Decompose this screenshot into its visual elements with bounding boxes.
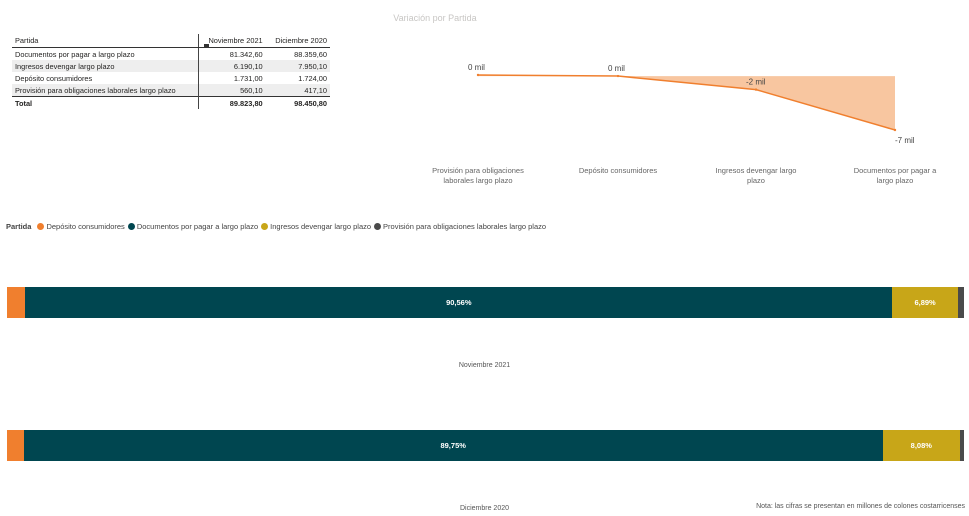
area-x-tick-label-line: plazo — [747, 176, 765, 185]
cell-nov-2021: 6.190,10 — [197, 60, 266, 72]
table-row: Depósito consumidores 1.731,00 1.724,00 — [12, 72, 330, 84]
table-row: Documentos por pagar a largo plazo 81.34… — [12, 47, 330, 60]
area-x-tick-label: Ingresos devengar largo plazo — [696, 166, 816, 186]
area-data-point[interactable] — [616, 74, 620, 78]
cell-partida: Provisión para obligaciones laborales la… — [12, 84, 199, 97]
table-row: Provisión para obligaciones laborales la… — [12, 84, 330, 97]
area-x-tick-label-line: Documentos por pagar a — [853, 166, 937, 175]
cell-dic-2020: 88.359,60 — [294, 49, 327, 59]
bar-segment[interactable] — [7, 430, 24, 461]
cell-nov-2021: 560,10 — [197, 84, 266, 97]
bar-segment[interactable] — [958, 287, 964, 318]
legend-label: Depósito consumidores — [46, 222, 125, 231]
legend-dot-icon — [127, 223, 135, 230]
area-data-label: 0 mil — [608, 64, 625, 73]
table-row: Ingresos devengar largo plazo 6.190,10 7… — [12, 60, 330, 72]
area-data-label: 0 mil — [468, 63, 485, 72]
legend-item[interactable]: Provisión para obligaciones laborales la… — [374, 222, 546, 231]
area-x-tick-label: Provisión para obligaciones laborales lar… — [418, 166, 538, 186]
footnote: Nota: las cifras se presentan en millone… — [756, 503, 965, 510]
legend: Partida Depósito consumidores Documentos … — [6, 222, 549, 231]
cell-total-nov-2021: 89.823,80 — [197, 96, 266, 109]
sort-indicator-icon[interactable] — [204, 44, 209, 47]
cell-dic-2020: 1.724,00 — [298, 73, 327, 83]
cell-dic-2020: 417,10 — [265, 84, 330, 97]
legend-label: Ingresos devengar largo plazo — [270, 222, 372, 231]
area-data-point[interactable] — [476, 73, 480, 77]
cell-partida: Ingresos devengar largo plazo — [12, 60, 199, 72]
area-chart: 0 mil 0 mil -2 mil -7 mil — [468, 63, 915, 145]
legend-dot-icon — [261, 223, 269, 230]
area-x-tick-label: Depósito consumidores — [558, 166, 678, 176]
stacked-bar-dic-2020[interactable]: 89,75% 8,08% — [7, 430, 964, 461]
legend-dot-icon — [374, 223, 382, 230]
cell-nov-2021: 1.731,00 — [197, 72, 266, 84]
area-x-tick-label-line: laborales largo plazo — [443, 176, 513, 185]
cell-total-dic-2020: 98.450,80 — [265, 96, 330, 109]
column-header-partida[interactable]: Partida — [12, 34, 199, 48]
table-total-row: Total 89.823,80 98.450,80 — [12, 96, 330, 109]
legend-title: Partida — [6, 222, 32, 231]
cell-nov-2021: 81.342,60 — [197, 47, 266, 60]
legend-item[interactable]: Ingresos devengar largo plazo — [261, 222, 371, 231]
area-x-tick-label-line: largo plazo — [876, 176, 914, 185]
legend-dot-icon — [37, 223, 45, 230]
bar-segment[interactable]: 89,75% — [23, 430, 883, 461]
legend-items: Depósito consumidores Documentos por paga… — [37, 222, 549, 231]
legend-item[interactable]: Documentos por pagar a largo plazo — [127, 222, 259, 231]
area-data-label: -2 mil — [746, 78, 766, 87]
stacked-bar-nov-2021[interactable]: 90,56% 6,89% — [7, 287, 964, 318]
bar-category-label: Noviembre 2021 — [458, 362, 511, 369]
area-data-label: -7 mil — [895, 136, 915, 145]
partida-table: Partida Noviembre 2021 Diciembre 2020 Do… — [12, 34, 330, 109]
cell-partida: Depósito consumidores — [15, 73, 93, 83]
cell-partida: Documentos por pagar a largo plazo — [15, 49, 135, 59]
area-x-tick-label-line: Provisión para obligaciones — [432, 166, 524, 175]
area-data-point[interactable] — [893, 128, 897, 132]
area-x-tick-label-line: Depósito consumidores — [578, 166, 658, 175]
area-x-tick-label: Documentos por pagar a largo plazo — [835, 166, 955, 186]
bar-segment[interactable] — [959, 430, 964, 461]
column-header-dic-2020[interactable]: Diciembre 2020 — [265, 34, 330, 48]
bar-segment[interactable] — [7, 287, 26, 318]
area-data-point[interactable] — [754, 88, 758, 91]
legend-label: Provisión para obligaciones laborales la… — [383, 222, 547, 231]
cell-total-label: Total — [12, 96, 199, 109]
legend-label: Documentos por pagar a largo plazo — [136, 222, 259, 231]
legend-item[interactable]: Depósito consumidores — [37, 222, 125, 231]
bar-segment[interactable]: 90,56% — [25, 287, 893, 318]
area-x-tick-label-line: Ingresos devengar largo — [715, 166, 797, 175]
cell-dic-2020: 7.950,10 — [265, 60, 330, 72]
area-chart-title: Variación por Partida — [393, 13, 477, 23]
bar-segment[interactable]: 8,08% — [882, 430, 960, 461]
bar-segment[interactable]: 6,89% — [892, 287, 959, 318]
